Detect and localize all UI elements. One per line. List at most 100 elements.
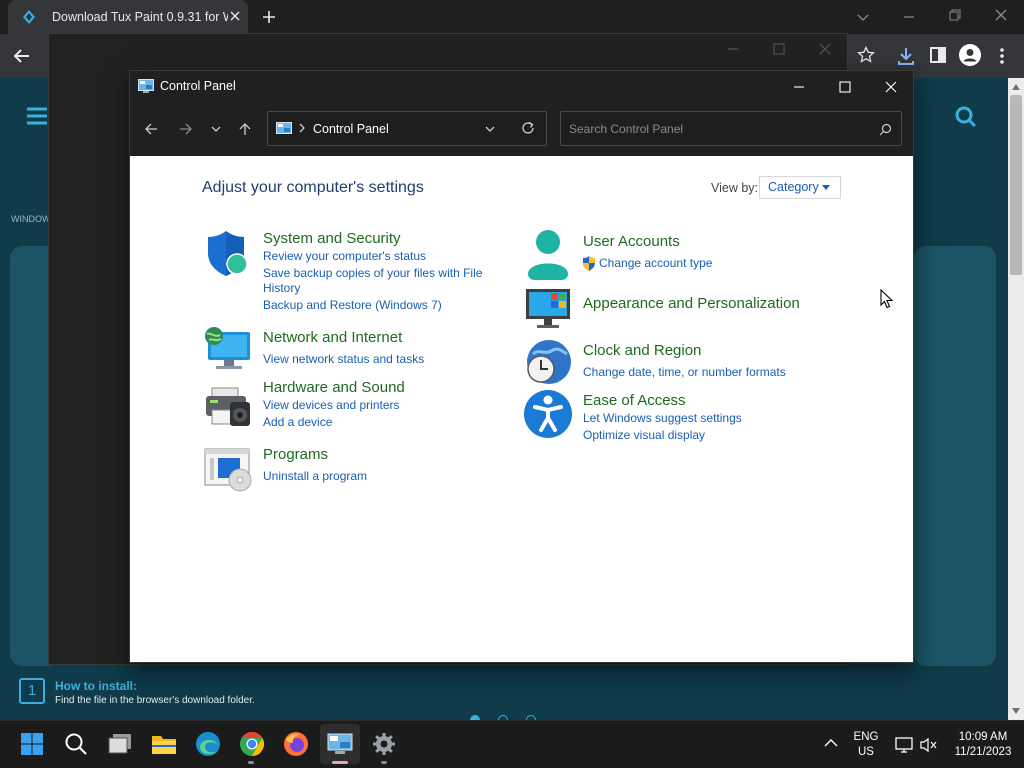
show-hidden-icons-chevron-icon[interactable] (824, 738, 838, 748)
browser-tab-strip: Download Tux Paint 0.9.31 for W (0, 0, 1024, 34)
start-button[interactable] (12, 724, 52, 764)
clock[interactable]: 10:09 AM 11/21/2023 (948, 730, 1018, 760)
language-indicator[interactable]: ENG US (850, 730, 882, 760)
tab-title: Download Tux Paint 0.9.31 for W (52, 10, 228, 24)
browser-restore-icon[interactable] (948, 8, 962, 22)
running-indicator (381, 761, 387, 764)
browser-minimize-icon[interactable] (902, 10, 916, 24)
language-code: ENG (853, 731, 879, 743)
link-backup-restore[interactable]: Backup and Restore (Windows 7) (263, 298, 442, 313)
page-heading: Adjust your computer's settings (202, 179, 424, 196)
control-panel-icon (276, 122, 292, 136)
howto-step-number: 1 (19, 678, 45, 704)
close-button[interactable] (868, 71, 914, 102)
site-card-right (914, 246, 996, 666)
browser-tab[interactable]: Download Tux Paint 0.9.31 for W (8, 0, 248, 34)
link-devices-printers[interactable]: View devices and printers (263, 398, 400, 413)
volume-muted-icon[interactable] (920, 737, 938, 753)
site-menu-icon[interactable] (26, 106, 48, 126)
howto-title: How to install: (55, 679, 137, 693)
dl-close-icon[interactable] (819, 43, 831, 55)
printer-speaker-icon[interactable] (204, 384, 252, 428)
accessibility-icon[interactable] (523, 389, 573, 439)
edge-browser-icon[interactable] (188, 724, 228, 764)
chrome-browser-icon[interactable] (232, 724, 272, 764)
file-explorer-icon[interactable] (144, 724, 184, 764)
refresh-icon[interactable] (521, 121, 535, 135)
close-tab-icon[interactable] (228, 9, 242, 23)
control-panel-icon (138, 79, 154, 93)
control-panel-window: Control Panel Control Panel Search Contr… (129, 70, 914, 663)
clock-globe-icon[interactable] (523, 338, 573, 388)
network-icon[interactable] (895, 737, 913, 753)
category-appearance-personalization[interactable]: Appearance and Personalization (583, 295, 800, 312)
task-view-icon[interactable] (100, 724, 140, 764)
view-by-dropdown[interactable]: Category (759, 176, 841, 199)
forward-arrow-icon[interactable] (179, 122, 193, 136)
link-network-status[interactable]: View network status and tasks (263, 352, 424, 367)
window-title: Control Panel (160, 79, 236, 93)
firefox-browser-icon[interactable] (276, 724, 316, 764)
breadcrumb[interactable]: Control Panel (313, 122, 389, 136)
new-tab-icon[interactable] (261, 9, 277, 25)
link-uninstall-program[interactable]: Uninstall a program (263, 469, 367, 484)
dl-maximize-icon[interactable] (773, 43, 785, 55)
category-hardware-sound[interactable]: Hardware and Sound (263, 379, 405, 396)
settings-gear-icon[interactable] (364, 724, 404, 764)
link-windows-suggest-settings[interactable]: Let Windows suggest settings (583, 411, 742, 426)
user-icon[interactable] (525, 230, 571, 280)
browser-close-icon[interactable] (994, 8, 1008, 22)
up-arrow-icon[interactable] (238, 122, 252, 136)
shield-icon[interactable] (204, 231, 250, 277)
back-arrow-icon[interactable] (144, 122, 158, 136)
navigation-bar: Control Panel (130, 102, 913, 156)
category-programs[interactable]: Programs (263, 446, 328, 463)
link-optimize-visual-display[interactable]: Optimize visual display (583, 428, 705, 443)
howto-text: Find the file in the browser's download … (55, 695, 255, 706)
monitor-colors-icon[interactable] (525, 287, 573, 329)
programs-disc-icon[interactable] (204, 448, 254, 492)
browser-menu-icon[interactable] (994, 46, 1010, 66)
link-review-status[interactable]: Review your computer's status (263, 249, 426, 264)
link-save-backup[interactable]: Save backup copies of your files with Fi… (263, 266, 482, 281)
profile-avatar-icon[interactable] (958, 43, 982, 67)
tab-search-icon[interactable] (856, 10, 870, 24)
taskbar: ENG US 10:09 AM 11/21/2023 (0, 720, 1024, 768)
address-bar[interactable]: Control Panel (267, 111, 547, 146)
maximize-button[interactable] (822, 71, 868, 102)
scrollbar-thumb[interactable] (1010, 95, 1022, 275)
tux-paint-favicon (20, 8, 38, 26)
link-add-device[interactable]: Add a device (263, 415, 332, 430)
taskbar-search-icon[interactable] (56, 724, 96, 764)
site-search-icon[interactable] (955, 106, 977, 128)
running-indicator (248, 761, 254, 764)
link-change-account-type[interactable]: Change account type (599, 256, 712, 271)
taskbar-control-panel-icon[interactable] (320, 724, 360, 764)
category-user-accounts[interactable]: User Accounts (583, 233, 680, 250)
category-clock-region[interactable]: Clock and Region (583, 342, 701, 359)
address-dropdown-chevron-icon[interactable] (484, 124, 496, 134)
search-icon[interactable] (879, 123, 892, 136)
globe-monitor-icon[interactable] (204, 326, 252, 372)
recent-locations-chevron-icon[interactable] (210, 123, 222, 135)
control-panel-content: Adjust your computer's settings View by:… (130, 156, 913, 662)
downloads-icon[interactable] (896, 46, 916, 66)
category-network-internet[interactable]: Network and Internet (263, 329, 402, 346)
view-by-value: Category (768, 180, 819, 194)
bookmark-star-icon[interactable] (857, 46, 875, 64)
uac-shield-icon (582, 256, 596, 271)
link-save-backup-history[interactable]: History (263, 281, 300, 296)
clock-date: 11/21/2023 (954, 746, 1012, 758)
title-bar: Control Panel (130, 71, 913, 102)
category-ease-of-access[interactable]: Ease of Access (583, 392, 686, 409)
dl-minimize-icon[interactable] (727, 43, 739, 55)
breadcrumb-chevron-icon[interactable] (298, 122, 306, 134)
search-input[interactable] (569, 120, 869, 138)
search-box[interactable] (560, 111, 902, 146)
category-system-security[interactable]: System and Security (263, 230, 401, 247)
minimize-button[interactable] (776, 71, 822, 102)
side-panel-icon[interactable] (929, 46, 947, 64)
view-by-label: View by: (711, 181, 759, 195)
link-change-date-time[interactable]: Change date, time, or number formats (583, 365, 786, 380)
back-arrow-icon[interactable] (12, 46, 32, 66)
